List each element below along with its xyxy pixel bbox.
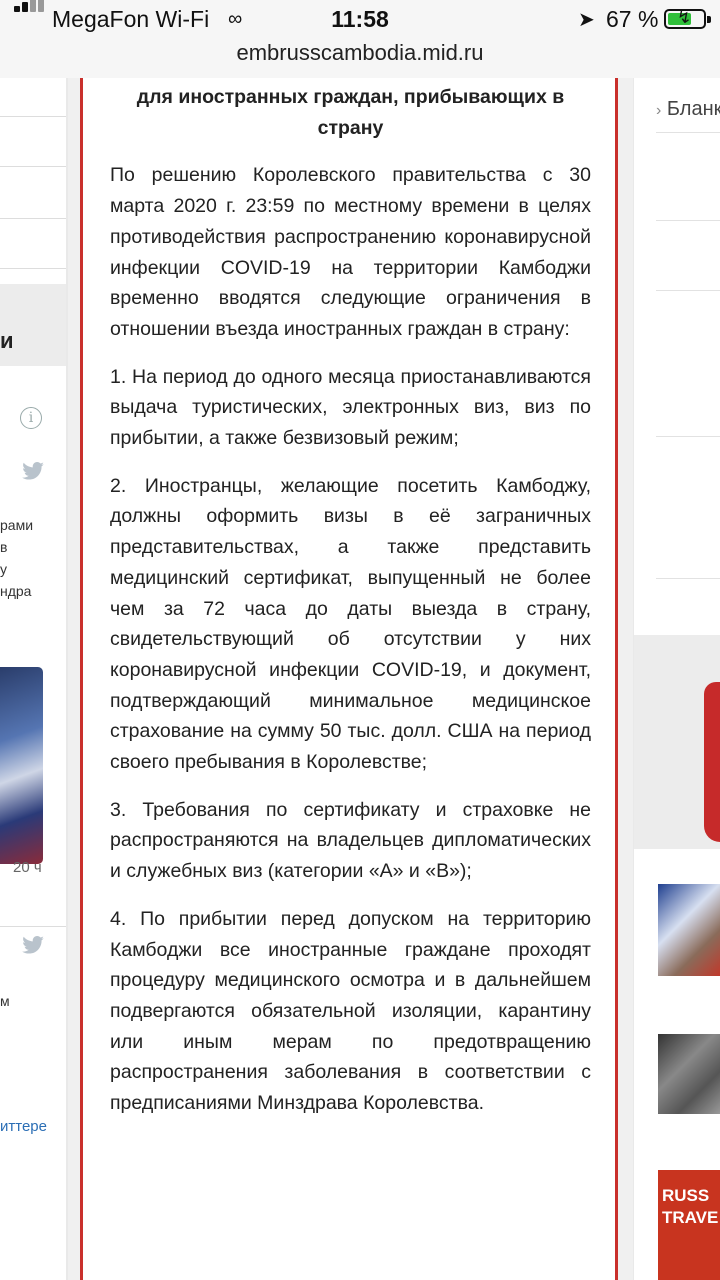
status-bar: MegaFon Wi-Fi ∞ 11:58 ➤ 67 % ↯ xyxy=(0,0,720,38)
promo-banner[interactable] xyxy=(634,635,720,849)
section-title-fragment: и xyxy=(0,328,14,353)
article-item: 2. Иностранцы, желающие посетить Камбодж… xyxy=(110,474,591,774)
twitter-icon[interactable] xyxy=(22,462,44,480)
tweet-timestamp: 20 ч xyxy=(13,859,42,876)
tweet-image[interactable] xyxy=(0,667,43,864)
right-sidebar: › Бланк RUSS TRAVE xyxy=(634,78,720,1280)
promo-mug-image xyxy=(704,682,720,842)
article-item: 3. Требования по сертификату и страховке… xyxy=(110,798,591,883)
left-section-header: и xyxy=(0,284,66,366)
charging-bolt-icon: ↯ xyxy=(677,8,692,27)
location-arrow-icon: ➤ xyxy=(578,9,595,31)
tweet-text-fragment: рами в у ндра xyxy=(0,517,34,599)
address-bar[interactable]: embrusscambodia.mid.ru xyxy=(0,38,720,78)
chevron-right-icon: › xyxy=(656,102,662,119)
info-icon[interactable]: i xyxy=(20,407,42,429)
article-body: для иностранных граждан, прибывающих в с… xyxy=(110,78,591,1136)
url-text[interactable]: embrusscambodia.mid.ru xyxy=(0,40,720,66)
news-thumbnail[interactable] xyxy=(658,1034,720,1114)
battery-percent: 67 % xyxy=(606,6,659,32)
article-intro: По решению Королевского правительства с … xyxy=(110,164,591,340)
article-item: 1. На период до одного месяца приостанав… xyxy=(110,365,591,450)
tweet-text-fragment: м xyxy=(0,993,10,1009)
russia-travel-banner[interactable]: RUSS TRAVE xyxy=(658,1170,720,1280)
twitter-link[interactable]: иттере xyxy=(0,1118,47,1135)
article-item: 4. По прибытии перед допуском на террито… xyxy=(110,907,591,1115)
news-thumbnail[interactable] xyxy=(658,884,720,976)
sidebar-menu-item[interactable]: › Бланк xyxy=(656,98,720,121)
twitter-icon[interactable] xyxy=(22,936,44,954)
battery-icon: ↯ xyxy=(664,8,711,29)
article-heading: для иностранных граждан, прибывающих в с… xyxy=(136,86,565,139)
